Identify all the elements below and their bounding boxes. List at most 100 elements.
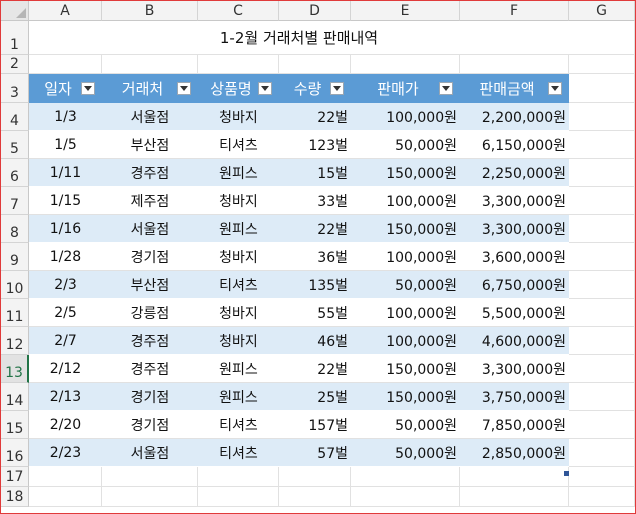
table-cell[interactable]: 4,600,000원 <box>460 327 569 355</box>
table-cell[interactable]: 3,300,000원 <box>460 215 569 243</box>
table-cell[interactable]: 50,000원 <box>351 439 460 467</box>
table-cell[interactable]: 원피스 <box>198 355 279 383</box>
cell-empty[interactable] <box>102 487 198 507</box>
row-header-3[interactable]: 3 <box>1 74 29 103</box>
table-header-cell[interactable]: 판매금액 <box>460 74 569 103</box>
table-cell[interactable]: 5,500,000원 <box>460 299 569 327</box>
cell-g14[interactable] <box>569 383 635 411</box>
row-header-9[interactable]: 9 <box>1 243 29 271</box>
cell-g2[interactable] <box>569 55 635 74</box>
row-header-13[interactable]: 13 <box>1 355 29 383</box>
cell-empty[interactable] <box>198 467 279 487</box>
row-header-8[interactable]: 8 <box>1 215 29 243</box>
table-cell[interactable]: 경기점 <box>102 411 198 439</box>
table-header-cell[interactable]: 판매가 <box>351 74 460 103</box>
table-cell[interactable]: 티셔츠 <box>198 131 279 159</box>
table-cell[interactable]: 2,850,000원 <box>460 439 569 467</box>
table-cell[interactable]: 1/5 <box>29 131 102 159</box>
table-cell[interactable]: 2/3 <box>29 271 102 299</box>
cell-empty[interactable] <box>198 487 279 507</box>
table-cell[interactable]: 50,000원 <box>351 131 460 159</box>
table-cell[interactable]: 2,250,000원 <box>460 159 569 187</box>
table-cell[interactable]: 100,000원 <box>351 103 460 131</box>
cell-empty[interactable] <box>279 467 351 487</box>
cell-g8[interactable] <box>569 215 635 243</box>
table-cell[interactable]: 2,200,000원 <box>460 103 569 131</box>
table-cell[interactable]: 2/7 <box>29 327 102 355</box>
table-cell[interactable]: 3,600,000원 <box>460 243 569 271</box>
table-cell[interactable]: 150,000원 <box>351 159 460 187</box>
table-cell[interactable]: 제주점 <box>102 187 198 215</box>
row-header-11[interactable]: 11 <box>1 299 29 327</box>
table-cell[interactable]: 서울점 <box>102 103 198 131</box>
filter-dropdown-icon[interactable] <box>258 82 272 95</box>
table-cell[interactable]: 3,300,000원 <box>460 355 569 383</box>
table-cell[interactable]: 150,000원 <box>351 355 460 383</box>
cell-empty[interactable] <box>460 487 569 507</box>
table-cell[interactable]: 부산점 <box>102 271 198 299</box>
table-cell[interactable]: 서울점 <box>102 215 198 243</box>
table-cell[interactable]: 원피스 <box>198 215 279 243</box>
row-header-7[interactable]: 7 <box>1 187 29 215</box>
table-cell[interactable]: 150,000원 <box>351 215 460 243</box>
table-cell[interactable]: 서울점 <box>102 439 198 467</box>
table-cell[interactable]: 3,300,000원 <box>460 187 569 215</box>
filter-dropdown-icon[interactable] <box>548 82 562 95</box>
cell-empty[interactable] <box>460 55 569 74</box>
cell-empty[interactable] <box>351 55 460 74</box>
table-cell[interactable]: 2/23 <box>29 439 102 467</box>
table-cell[interactable]: 티셔츠 <box>198 411 279 439</box>
table-cell[interactable]: 36벌 <box>279 243 351 271</box>
filter-dropdown-icon[interactable] <box>177 82 191 95</box>
table-cell[interactable]: 경주점 <box>102 327 198 355</box>
cell-g9[interactable] <box>569 243 635 271</box>
cell-g17[interactable] <box>569 467 635 487</box>
table-cell[interactable]: 1/11 <box>29 159 102 187</box>
filter-dropdown-icon[interactable] <box>81 82 95 95</box>
column-header-e[interactable]: E <box>351 1 460 21</box>
table-cell[interactable]: 1/3 <box>29 103 102 131</box>
table-header-cell[interactable]: 거래처 <box>102 74 198 103</box>
row-header-18[interactable]: 18 <box>1 487 29 507</box>
filter-dropdown-icon[interactable] <box>439 82 453 95</box>
table-cell[interactable]: 123벌 <box>279 131 351 159</box>
table-cell[interactable]: 55벌 <box>279 299 351 327</box>
table-cell[interactable]: 원피스 <box>198 383 279 411</box>
table-cell[interactable]: 2/13 <box>29 383 102 411</box>
cell-empty[interactable] <box>279 487 351 507</box>
row-header-6[interactable]: 6 <box>1 159 29 187</box>
cell-g1[interactable] <box>569 21 635 55</box>
table-cell[interactable]: 7,850,000원 <box>460 411 569 439</box>
cell-g7[interactable] <box>569 187 635 215</box>
cell-empty[interactable] <box>351 487 460 507</box>
table-cell[interactable]: 경기점 <box>102 243 198 271</box>
column-header-f[interactable]: F <box>460 1 569 21</box>
table-cell[interactable]: 티셔츠 <box>198 439 279 467</box>
table-cell[interactable]: 경주점 <box>102 159 198 187</box>
table-cell[interactable]: 3,750,000원 <box>460 383 569 411</box>
table-cell[interactable]: 50,000원 <box>351 271 460 299</box>
row-header-2[interactable]: 2 <box>1 55 29 74</box>
table-cell[interactable]: 원피스 <box>198 159 279 187</box>
filter-dropdown-icon[interactable] <box>330 82 344 95</box>
cell-g5[interactable] <box>569 131 635 159</box>
cell-g12[interactable] <box>569 327 635 355</box>
table-cell[interactable]: 경주점 <box>102 355 198 383</box>
table-cell[interactable]: 157벌 <box>279 411 351 439</box>
cell-g15[interactable] <box>569 411 635 439</box>
cell-g4[interactable] <box>569 103 635 131</box>
row-header-1[interactable]: 1 <box>1 21 29 55</box>
column-header-b[interactable]: B <box>102 1 198 21</box>
cell-g16[interactable] <box>569 439 635 467</box>
table-cell[interactable]: 15벌 <box>279 159 351 187</box>
row-header-16[interactable]: 16 <box>1 439 29 467</box>
table-cell[interactable]: 135벌 <box>279 271 351 299</box>
table-cell[interactable]: 티셔츠 <box>198 271 279 299</box>
row-header-5[interactable]: 5 <box>1 131 29 159</box>
table-cell[interactable]: 1/15 <box>29 187 102 215</box>
cell-empty[interactable] <box>198 55 279 74</box>
row-header-14[interactable]: 14 <box>1 383 29 411</box>
table-cell[interactable]: 100,000원 <box>351 299 460 327</box>
table-cell[interactable]: 경기점 <box>102 383 198 411</box>
cell-empty[interactable] <box>460 467 569 487</box>
